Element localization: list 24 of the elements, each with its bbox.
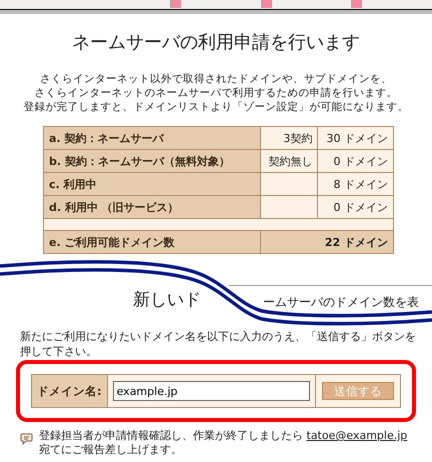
domain-input[interactable]: example.jp [112,381,310,401]
table-cell: 30 ドメイン [318,126,394,150]
page-title: ネームサーバの利用申請を行います [71,31,361,54]
note-text: 登録担当者が申請情報確認し、作業が終了しましたら tatoe@example.jp 宛てにご報告差し上げます。 [39,429,408,457]
table-cell: b. 契約：ネームサーバ（無料対象） [44,150,260,172]
intro-text: さくらインターネット以外で取得されたドメインや、サブドメインを、 [39,72,393,86]
speech-bubble-icon [20,433,33,445]
intro-text: 登録が完了しますと、ドメインリストより「ゾーン設定」が可能になります。 [22,100,410,114]
table-cell: 0 ドメイン [318,196,394,218]
table-cell: e. ご利用可能ドメイン数 [44,230,260,254]
email-link[interactable]: tatoe@example.jp [306,429,408,442]
section-heading: 新しいド [133,289,201,311]
table-cell: d. 利用中 （旧サービス） [44,196,260,218]
table-cell: 8 ドメイン [318,172,394,196]
field-label: ドメイン名: [32,375,108,407]
section-heading: ームサーバのドメイン数を表 [263,294,419,311]
intro-text: さくらインターネットのネームサーバで利用するための申請を行います。 [34,86,398,100]
table-cell: a. 契約：ネームサーバ [44,126,260,150]
table-cell: 22 ドメイン [260,230,394,254]
instruction-text: 新たにご利用になりたいドメイン名を以下に入力のうえ、「送信する」ボタンを押して下さい。 [20,329,416,359]
table-cell: 0 ドメイン [318,150,394,172]
table-cell: 契約無し [260,150,318,172]
table-cell: 3契約 [260,126,318,150]
table-cell: c. 利用中 [44,172,260,196]
